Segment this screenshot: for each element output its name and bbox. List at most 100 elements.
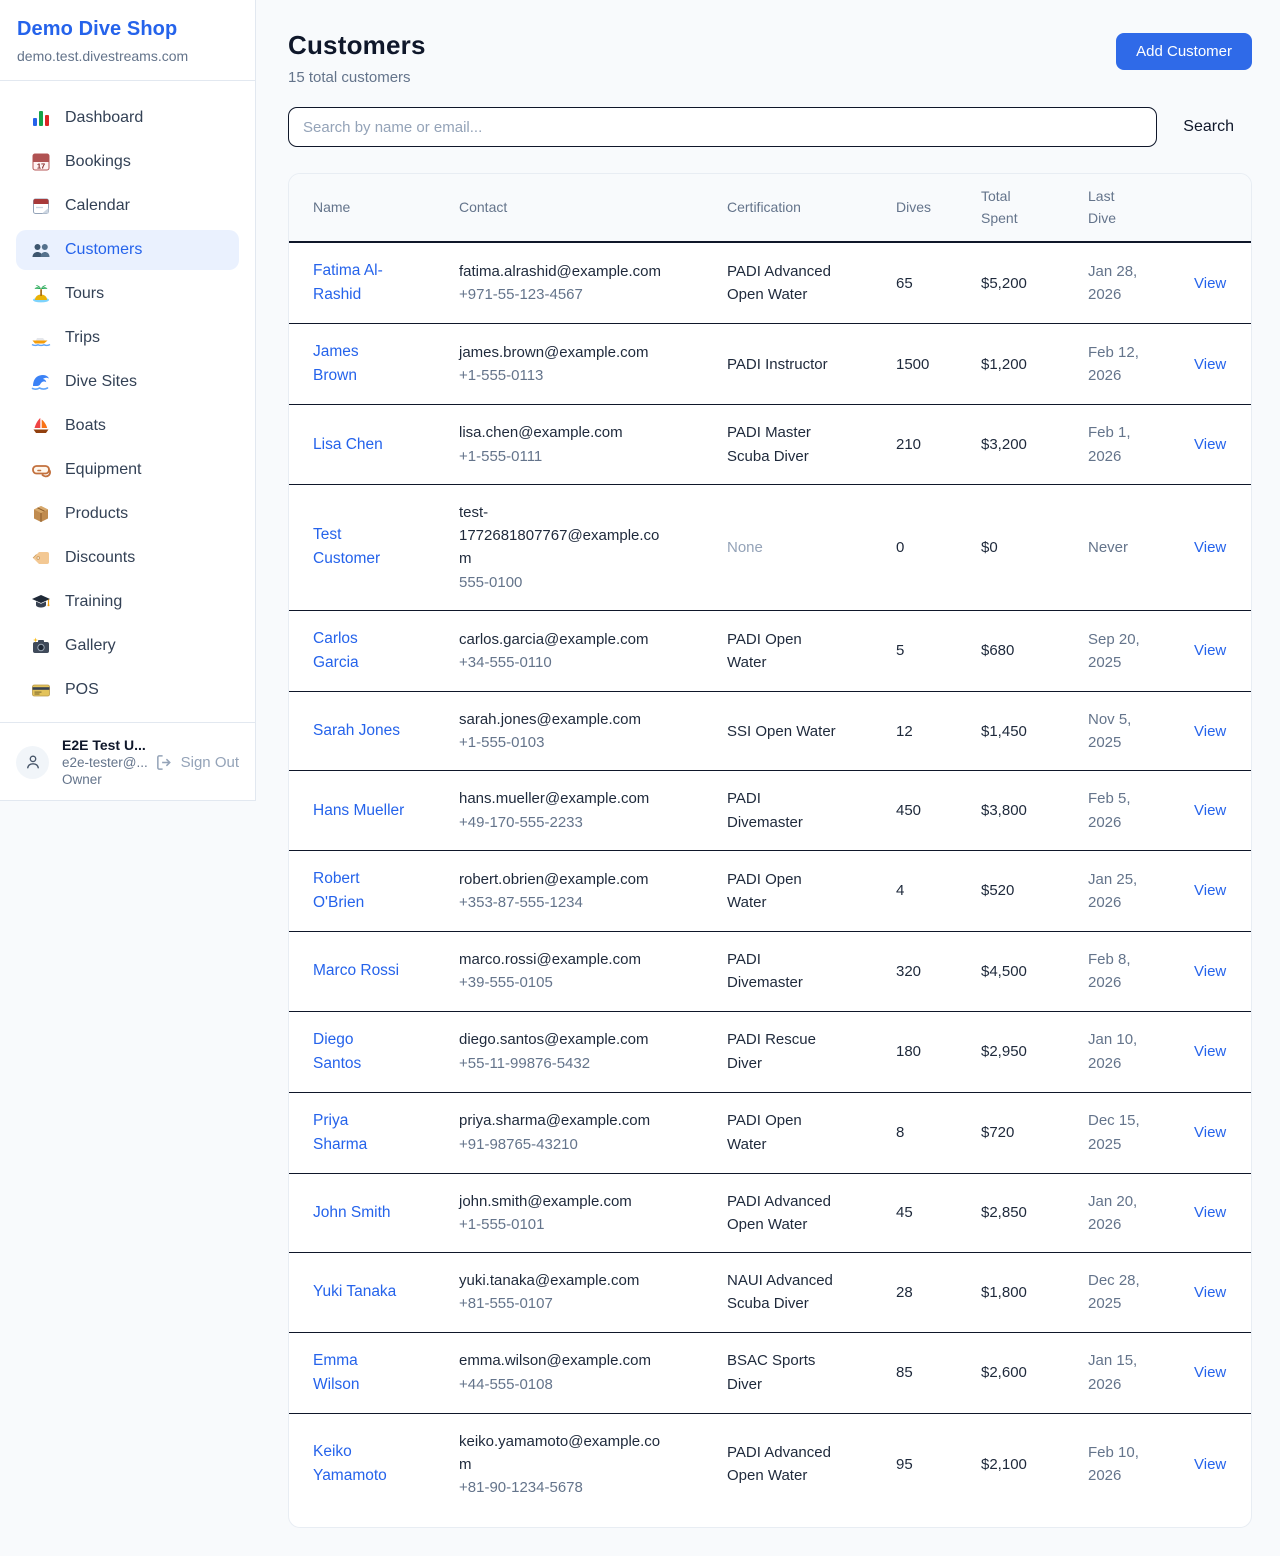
customer-name-link[interactable]: James Brown — [313, 340, 405, 388]
sidebar-item-training[interactable]: Training — [16, 582, 239, 622]
customer-contact-cell: priya.sharma@example.com+91-98765-43210 — [443, 1092, 711, 1173]
sidebar-item-equipment[interactable]: Equipment — [16, 450, 239, 490]
sidebar-item-dive-sites[interactable]: Dive Sites — [16, 362, 239, 402]
customer-name-link[interactable]: Emma Wilson — [313, 1349, 405, 1397]
search-input[interactable] — [288, 107, 1157, 147]
user-email: e2e-tester@... — [62, 755, 142, 770]
customer-last-dive-cell: Jan 20, 2026 — [1072, 1173, 1178, 1253]
customer-name-link[interactable]: Robert O'Brien — [313, 867, 405, 915]
sidebar-item-dashboard[interactable]: Dashboard — [16, 98, 239, 138]
sidebar-item-discounts[interactable]: Discounts — [16, 538, 239, 578]
main-content: Customers 15 total customers Add Custome… — [256, 0, 1280, 1556]
camera-icon — [31, 636, 51, 656]
customer-certification: PADI Open Water — [727, 628, 839, 675]
customer-total-spent-cell: $720 — [965, 1092, 1072, 1173]
view-customer-link[interactable]: View — [1194, 356, 1226, 373]
customer-name-link[interactable]: Fatima Al-Rashid — [313, 259, 405, 307]
customer-contact-cell: carlos.garcia@example.com+34-555-0110 — [443, 610, 711, 691]
add-customer-button[interactable]: Add Customer — [1116, 33, 1252, 70]
customer-contact-cell: keiko.yamamoto@example.com+81-90-1234-56… — [443, 1413, 711, 1515]
view-customer-link[interactable]: View — [1194, 723, 1226, 740]
sidebar-item-calendar[interactable]: Calendar — [16, 186, 239, 226]
view-customer-link[interactable]: View — [1194, 642, 1226, 659]
customer-last-dive-cell: Jan 10, 2026 — [1072, 1011, 1178, 1092]
customer-name-link[interactable]: Hans Mueller — [313, 799, 404, 823]
sidebar: Demo Dive Shop demo.test.divestreams.com… — [0, 0, 256, 801]
customer-name-link[interactable]: Keiko Yamamoto — [313, 1440, 405, 1488]
customer-email: carlos.garcia@example.com — [459, 628, 671, 651]
view-customer-link[interactable]: View — [1194, 1284, 1226, 1301]
customer-contact-cell: james.brown@example.com+1-555-0113 — [443, 324, 711, 405]
sidebar-item-customers[interactable]: Customers — [16, 230, 239, 270]
customer-last-dive-cell: Jan 25, 2026 — [1072, 850, 1178, 931]
customer-contact-cell: sarah.jones@example.com+1-555-0103 — [443, 691, 711, 771]
customer-name-link[interactable]: Carlos Garcia — [313, 627, 405, 675]
view-customer-link[interactable]: View — [1194, 436, 1226, 453]
column-header-name: Name — [289, 174, 443, 242]
view-customer-link[interactable]: View — [1194, 882, 1226, 899]
customer-dives-cell: 85 — [880, 1332, 965, 1413]
customer-dives-cell: 8 — [880, 1092, 965, 1173]
sidebar-item-pos[interactable]: POS — [16, 670, 239, 710]
sidebar-item-label: Dashboard — [65, 109, 143, 127]
customer-certification-cell: None — [711, 484, 880, 610]
customer-last-dive-cell: Never — [1072, 484, 1178, 610]
customer-actions-cell: View — [1178, 242, 1251, 324]
customer-total-spent-cell: $2,600 — [965, 1332, 1072, 1413]
app: Demo Dive Shop demo.test.divestreams.com… — [0, 0, 1280, 1556]
customer-name-link[interactable]: Sarah Jones — [313, 719, 400, 743]
view-customer-link[interactable]: View — [1194, 1204, 1226, 1221]
view-customer-link[interactable]: View — [1194, 539, 1226, 556]
user-name: E2E Test U... — [62, 737, 142, 753]
view-customer-link[interactable]: View — [1194, 802, 1226, 819]
customer-name-link[interactable]: Diego Santos — [313, 1028, 405, 1076]
customer-contact-cell: diego.santos@example.com+55-11-99876-543… — [443, 1011, 711, 1092]
sidebar-item-bookings[interactable]: 17 Bookings — [16, 142, 239, 182]
customer-actions-cell: View — [1178, 1253, 1251, 1333]
sidebar-item-products[interactable]: Products — [16, 494, 239, 534]
sidebar-item-gallery[interactable]: Gallery — [16, 626, 239, 666]
table-row: Test Customertest-1772681807767@example.… — [289, 484, 1251, 610]
customer-name-link[interactable]: Yuki Tanaka — [313, 1280, 396, 1304]
view-customer-link[interactable]: View — [1194, 1364, 1226, 1381]
view-customer-link[interactable]: View — [1194, 275, 1226, 292]
customer-email: keiko.yamamoto@example.com — [459, 1430, 671, 1477]
dive-mask-icon — [31, 460, 51, 480]
view-customer-link[interactable]: View — [1194, 1456, 1226, 1473]
table-row: James Brown james.brown@example.com+1-555… — [289, 324, 1251, 405]
customer-certification: BSAC Sports Diver — [727, 1349, 839, 1396]
table-row: Fatima Al-Rashidfatima.alrashid@example.… — [289, 242, 1251, 324]
sidebar-item-trips[interactable]: Trips — [16, 318, 239, 358]
customer-actions-cell: View — [1178, 932, 1251, 1012]
customer-last-dive-cell: Sep 20, 2025 — [1072, 610, 1178, 691]
view-customer-link[interactable]: View — [1194, 963, 1226, 980]
customer-name-link[interactable]: Test Customer — [313, 523, 405, 571]
table-header-row: Name Contact Certification Dives Total S… — [289, 174, 1251, 242]
customer-last-dive-cell: Jan 15, 2026 — [1072, 1332, 1178, 1413]
customer-total-spent-cell: $2,100 — [965, 1413, 1072, 1515]
sidebar-item-label: Discounts — [65, 549, 135, 567]
sailboat-icon — [31, 416, 51, 436]
customer-total-spent-cell: $0 — [965, 484, 1072, 610]
customer-certification-cell: PADI Advanced Open Water — [711, 1173, 880, 1253]
customer-name-link[interactable]: Marco Rossi — [313, 959, 399, 983]
customer-last-dive-cell: Dec 15, 2025 — [1072, 1092, 1178, 1173]
table-row: Priya Sharma priya.sharma@example.com+91-… — [289, 1092, 1251, 1173]
customer-dives-cell: 65 — [880, 242, 965, 324]
customer-email: yuki.tanaka@example.com — [459, 1269, 671, 1292]
customer-certification-cell: PADI Advanced Open Water — [711, 1413, 880, 1515]
customer-name-link[interactable]: John Smith — [313, 1201, 391, 1225]
customer-name-link[interactable]: Lisa Chen — [313, 433, 383, 457]
view-customer-link[interactable]: View — [1194, 1043, 1226, 1060]
search-button[interactable]: Search — [1183, 118, 1234, 136]
sidebar-item-boats[interactable]: Boats — [16, 406, 239, 446]
customer-name-link[interactable]: Priya Sharma — [313, 1109, 405, 1157]
sidebar-item-label: Boats — [65, 417, 106, 435]
customer-actions-cell: View — [1178, 771, 1251, 851]
sidebar-item-tours[interactable]: Tours — [16, 274, 239, 314]
sidebar-nav: Dashboard 17 Bookings Calendar Customers… — [0, 81, 255, 722]
view-customer-link[interactable]: View — [1194, 1124, 1226, 1141]
customer-contact-cell: marco.rossi@example.com+39-555-0105 — [443, 932, 711, 1012]
sign-out-button[interactable]: Sign Out — [155, 753, 239, 772]
customer-total-spent-cell: $3,200 — [965, 405, 1072, 485]
